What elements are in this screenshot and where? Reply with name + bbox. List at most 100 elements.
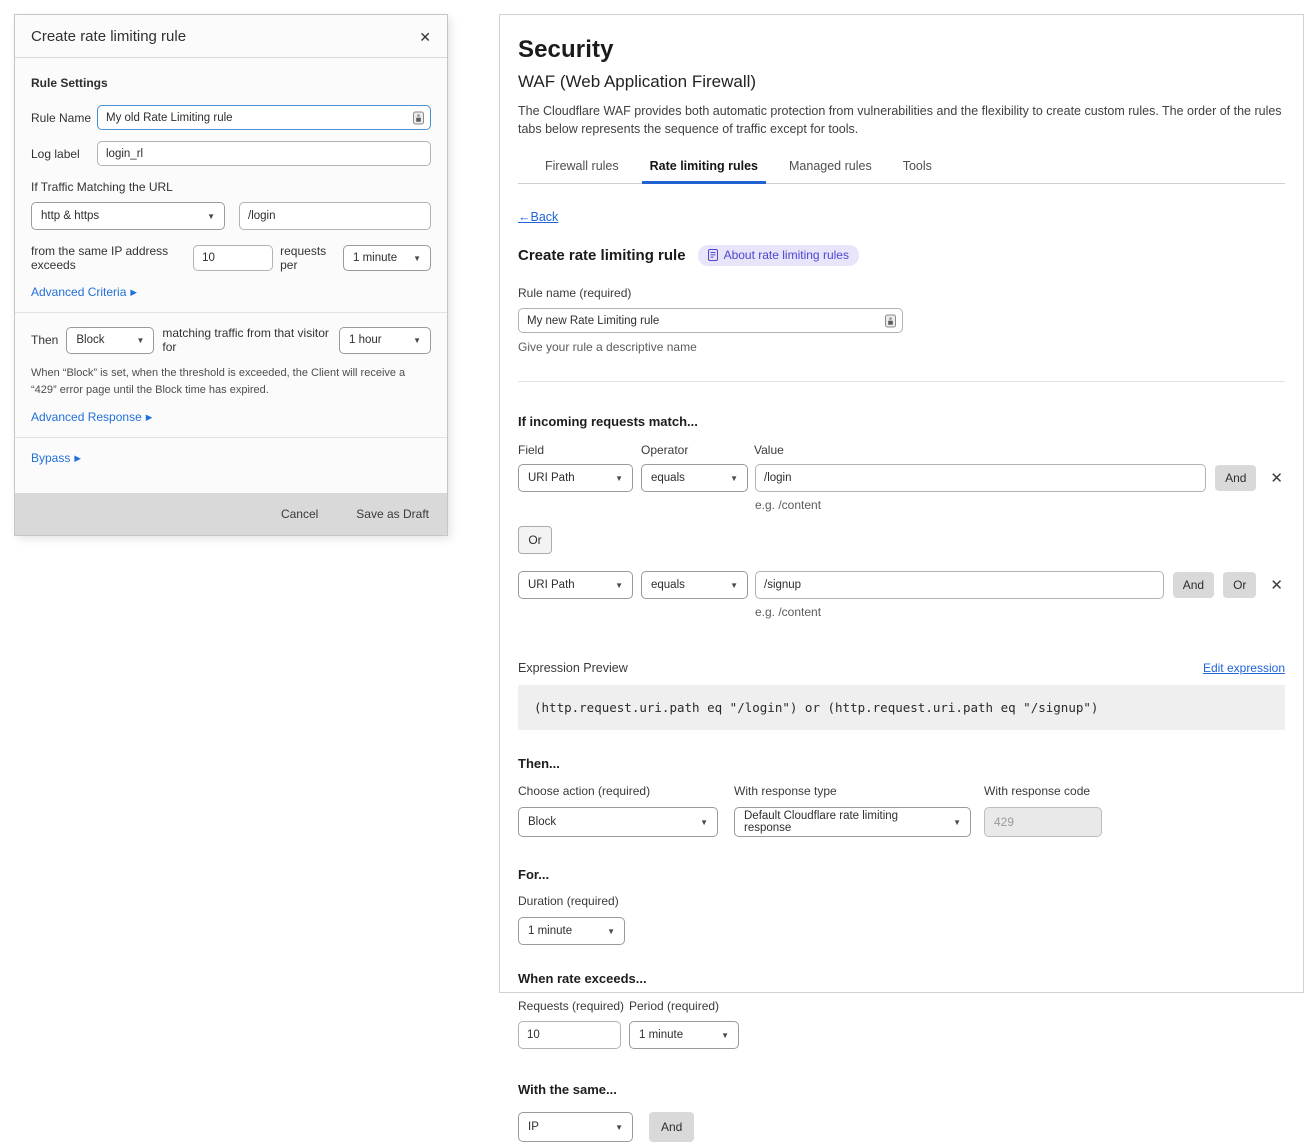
ban-duration-value: 1 hour — [349, 334, 382, 346]
chevron-down-icon: ▼ — [607, 927, 615, 936]
or-button[interactable]: Or — [518, 526, 552, 554]
chevron-down-icon: ▼ — [730, 581, 738, 590]
threshold-row: from the same IP address exceeds request… — [31, 244, 431, 272]
chevron-down-icon: ▼ — [615, 1123, 623, 1132]
then-middle: matching traffic from that visitor for — [162, 326, 331, 354]
rule-name-input[interactable] — [97, 105, 431, 130]
log-label-input[interactable] — [97, 141, 431, 166]
then-heading: Then... — [518, 756, 1285, 771]
back-link[interactable]: ←Back — [518, 210, 558, 224]
operator-select-value: equals — [651, 579, 685, 591]
autofill-icon[interactable] — [885, 314, 896, 327]
log-label-label: Log label — [31, 147, 97, 161]
dialog-body: Rule Settings Rule Name Log label If Tra… — [15, 58, 447, 493]
bypass-link[interactable]: Bypass ▶ — [31, 451, 81, 465]
value-hint: e.g. /content — [755, 605, 1285, 619]
badge-label: About rate limiting rules — [724, 248, 849, 262]
duration-label: Duration (required) — [518, 894, 1285, 908]
and-button[interactable]: And — [1215, 465, 1256, 491]
rule-name-label: Rule Name — [31, 111, 97, 125]
log-label-row: Log label — [31, 141, 431, 166]
value-hint: e.g. /content — [755, 498, 1285, 512]
then-row: Then Block ▼ matching traffic from that … — [31, 326, 431, 354]
about-rate-limiting-badge[interactable]: About rate limiting rules — [698, 245, 859, 266]
rule-name-helper: Give your rule a descriptive name — [518, 340, 1285, 354]
requests-count-input[interactable] — [193, 245, 273, 271]
block-note: When “Block” is set, when the threshold … — [31, 365, 431, 399]
field-select[interactable]: URI Path ▼ — [518, 464, 633, 492]
and-button[interactable]: And — [1173, 572, 1214, 598]
dialog-footer: Cancel Save as Draft — [15, 493, 447, 535]
edit-expression-link[interactable]: Edit expression — [1203, 661, 1285, 675]
dialog-header: Create rate limiting rule ✕ — [15, 15, 447, 58]
divider — [518, 381, 1285, 382]
tab-rate-limiting-rules[interactable]: Rate limiting rules — [650, 159, 758, 183]
response-type-value: Default Cloudflare rate limiting respons… — [744, 810, 947, 834]
close-icon[interactable]: ✕ — [419, 30, 431, 44]
value-input[interactable] — [755, 464, 1206, 492]
expression-preview-label: Expression Preview — [518, 661, 628, 675]
requests-input[interactable] — [518, 1021, 621, 1049]
period-select[interactable]: 1 minute ▼ — [343, 245, 431, 271]
duration-select-value: 1 minute — [528, 925, 572, 937]
traffic-matching-heading: If Traffic Matching the URL — [31, 180, 431, 194]
tab-tools[interactable]: Tools — [903, 159, 932, 183]
scheme-select-value: http & https — [41, 210, 99, 222]
duration-select[interactable]: 1 minute ▼ — [518, 917, 625, 945]
rule-name-input[interactable] — [518, 308, 903, 333]
characteristic-select[interactable]: IP ▼ — [518, 1112, 633, 1142]
scheme-select[interactable]: http & https ▼ — [31, 202, 225, 230]
value-column-label: Value — [754, 443, 784, 457]
period-label: Period (required) — [629, 999, 719, 1013]
or-button[interactable]: Or — [1223, 572, 1256, 598]
cancel-button[interactable]: Cancel — [281, 507, 318, 521]
url-match-row: http & https ▼ — [31, 202, 431, 230]
rule-name-label: Rule name (required) — [518, 286, 1285, 300]
field-select[interactable]: URI Path ▼ — [518, 571, 633, 599]
ban-duration-select[interactable]: 1 hour ▼ — [339, 327, 431, 354]
page-title: Security — [518, 36, 1285, 64]
bypass-label: Bypass — [31, 451, 70, 465]
threshold-prefix: from the same IP address exceeds — [31, 244, 186, 272]
threshold-middle: requests per — [280, 244, 336, 272]
save-as-draft-button[interactable]: Save as Draft — [356, 507, 429, 521]
period-select[interactable]: 1 minute ▼ — [629, 1021, 739, 1049]
advanced-criteria-link[interactable]: Advanced Criteria ▶ — [31, 285, 137, 299]
action-select[interactable]: Block ▼ — [518, 807, 718, 837]
advanced-criteria-label: Advanced Criteria — [31, 285, 126, 299]
chevron-down-icon: ▼ — [730, 474, 738, 483]
field-column-label: Field — [518, 443, 641, 457]
operator-select[interactable]: equals ▼ — [641, 464, 748, 492]
operator-column-label: Operator — [641, 443, 754, 457]
value-input[interactable] — [755, 571, 1164, 599]
expression-code: (http.request.uri.path eq "/login") or (… — [518, 685, 1285, 730]
page-subtitle: WAF (Web Application Firewall) — [518, 72, 1285, 92]
response-type-column: With response type Default Cloudflare ra… — [734, 784, 971, 837]
requests-label: Requests (required) — [518, 999, 629, 1013]
tab-firewall-rules[interactable]: Firewall rules — [545, 159, 619, 183]
and-button[interactable]: And — [649, 1112, 694, 1142]
remove-condition-icon[interactable]: ✕ — [1270, 469, 1283, 487]
chevron-down-icon: ▼ — [615, 581, 623, 590]
tab-managed-rules[interactable]: Managed rules — [789, 159, 872, 183]
response-code-input — [984, 807, 1102, 837]
action-select[interactable]: Block ▼ — [66, 327, 154, 354]
operator-select[interactable]: equals ▼ — [641, 571, 748, 599]
url-input[interactable] — [239, 202, 431, 230]
autofill-icon[interactable] — [413, 111, 424, 124]
choose-action-label: Choose action (required) — [518, 784, 718, 798]
rule-name-row: Rule Name — [31, 105, 431, 130]
response-code-column: With response code — [984, 784, 1102, 837]
chevron-down-icon: ▼ — [136, 336, 144, 345]
field-select-value: URI Path — [528, 472, 575, 484]
response-type-select[interactable]: Default Cloudflare rate limiting respons… — [734, 807, 971, 837]
period-select-value: 1 minute — [639, 1029, 683, 1041]
remove-condition-icon[interactable]: ✕ — [1270, 576, 1283, 594]
rule-settings-heading: Rule Settings — [31, 76, 431, 90]
advanced-response-link[interactable]: Advanced Response ▶ — [31, 410, 152, 424]
divider — [15, 312, 447, 313]
security-waf-panel: Security WAF (Web Application Firewall) … — [499, 14, 1304, 993]
condition-row: URI Path ▼ equals ▼ And ✕ — [518, 464, 1285, 492]
back-label: Back — [531, 210, 559, 224]
field-select-value: URI Path — [528, 579, 575, 591]
